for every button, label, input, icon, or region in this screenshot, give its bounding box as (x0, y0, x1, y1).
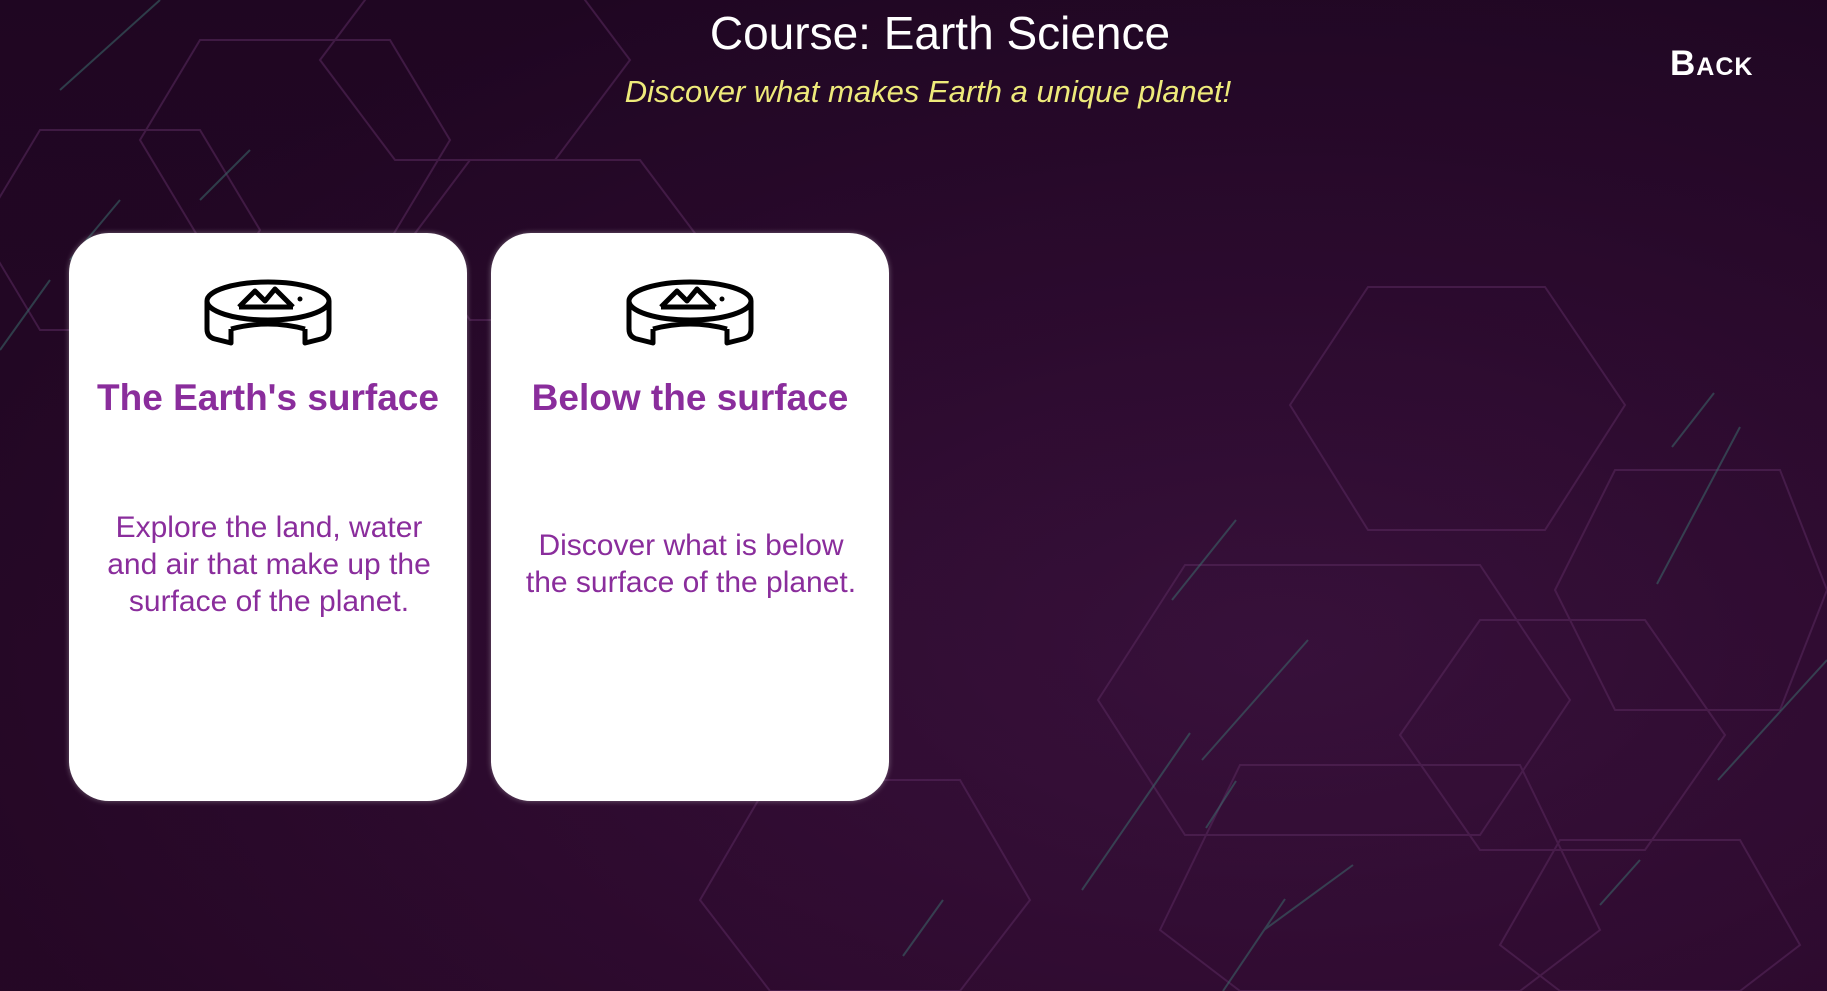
terrain-disc-icon (626, 279, 754, 346)
back-button[interactable]: Back (1670, 44, 1790, 88)
terrain-disc-icon (204, 279, 332, 346)
card-description: Discover what is below the surface of th… (525, 529, 857, 599)
card-title: The Earth's surface (97, 377, 439, 418)
course-title: Course: Earth Science (709, 7, 1171, 59)
topic-card-earth-surface[interactable]: The Earth's surface Explore the land, wa… (69, 233, 467, 801)
card-title: Below the surface (531, 377, 849, 418)
topic-card-below-surface[interactable]: Below the surface Discover what is below… (491, 233, 889, 801)
course-subtitle: Discover what makes Earth a unique plane… (624, 74, 1232, 109)
card-description: Explore the land, water and air that mak… (107, 511, 431, 618)
